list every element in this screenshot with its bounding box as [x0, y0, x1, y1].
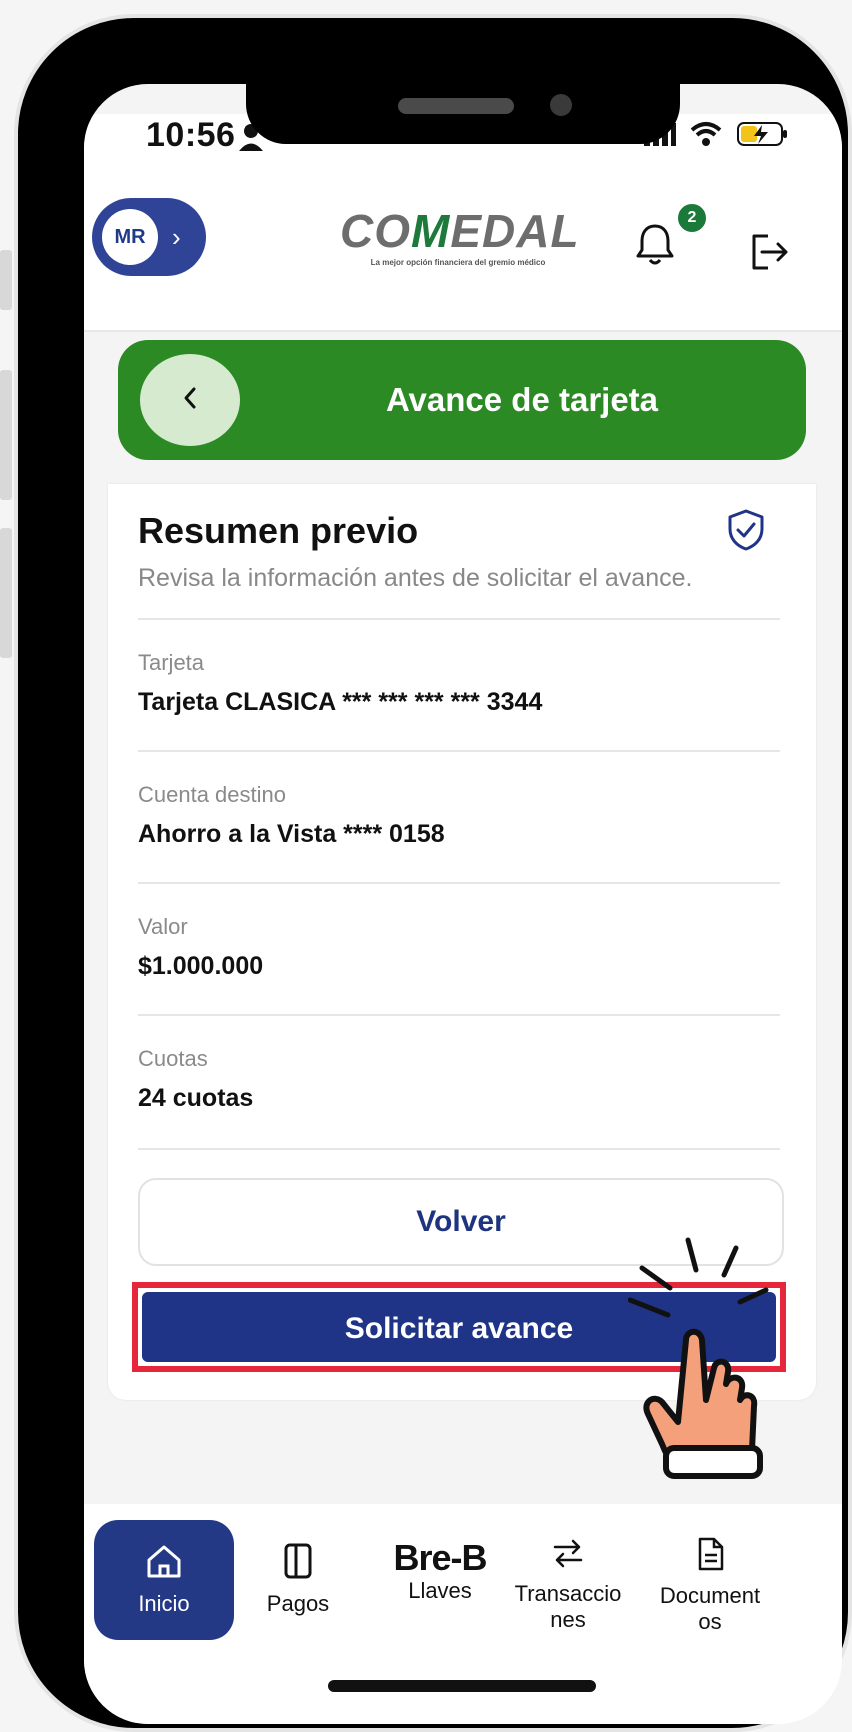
chevron-left-icon	[182, 386, 198, 415]
logo-text-m: M	[411, 205, 451, 257]
divider	[138, 750, 780, 752]
profile-button[interactable]: MR ›	[92, 198, 206, 276]
chevron-right-icon: ›	[172, 221, 181, 252]
breb-logo: Bre-B	[393, 1537, 487, 1578]
field-label-tarjeta: Tarjeta	[138, 650, 205, 675]
logo-tagline: La mejor opción financiera del gremio mé…	[370, 258, 546, 267]
nav-item-pagos[interactable]: Pagos	[228, 1520, 368, 1640]
pointing-hand-icon	[627, 1170, 778, 1485]
transfer-icon	[498, 1536, 638, 1575]
field-value-valor: $1.000.000	[138, 952, 264, 980]
page-title-bar: Avance de tarjeta	[118, 340, 806, 460]
logo-text-pre: CO	[340, 205, 411, 257]
home-icon	[94, 1542, 234, 1585]
status-time: 10:56	[146, 116, 236, 154]
divider	[138, 1148, 780, 1150]
divider	[138, 618, 780, 620]
summary-title: Resumen previo	[138, 510, 419, 551]
field-label-cuotas: Cuotas	[138, 1046, 208, 1071]
phone-volume-down	[0, 528, 12, 658]
bell-icon	[634, 222, 676, 271]
nav-item-inicio[interactable]: Inicio	[94, 1520, 234, 1640]
nav-label-llaves: Llaves	[408, 1578, 472, 1603]
comedal-logo: COMEDAL La mejor opción financiera del g…	[340, 205, 580, 267]
card-icon	[228, 1542, 368, 1585]
notification-badge: 2	[676, 202, 708, 234]
field-value-cuotas: 24 cuotas	[138, 1084, 254, 1112]
field-value-cuenta: Ahorro a la Vista **** 0158	[138, 820, 445, 848]
page-title: Avance de tarjeta	[385, 381, 659, 418]
nav-item-documentos[interactable]: Document os	[640, 1520, 780, 1640]
phone-volume-up	[0, 370, 12, 500]
nav-label-documentos: Document os	[659, 1583, 761, 1634]
nav-item-llaves[interactable]: Bre-B Llaves	[370, 1520, 510, 1640]
summary-subtitle: Revisa la información antes de solicitar…	[138, 564, 693, 592]
field-label-cuenta: Cuenta destino	[138, 782, 286, 807]
nav-label-pagos: Pagos	[266, 1591, 330, 1616]
phone-side-button	[0, 250, 12, 310]
wifi-icon	[690, 121, 722, 152]
nav-item-transacciones[interactable]: Transaccio nes	[498, 1520, 638, 1640]
back-button[interactable]	[140, 354, 240, 446]
shield-check-icon	[724, 508, 768, 557]
logout-icon[interactable]	[748, 232, 792, 277]
home-indicator	[328, 1680, 596, 1692]
camera	[550, 94, 572, 116]
avatar: MR	[102, 209, 158, 265]
notch	[246, 84, 680, 144]
field-value-tarjeta: Tarjeta CLASICA *** *** *** *** 3344	[138, 688, 543, 716]
logo-text-post: EDAL	[450, 205, 580, 257]
field-label-valor: Valor	[138, 914, 188, 939]
speaker	[398, 98, 514, 114]
divider	[138, 882, 780, 884]
divider	[138, 1014, 780, 1016]
notifications-button[interactable]: 2	[624, 198, 708, 274]
document-icon	[640, 1536, 780, 1577]
nav-label-transacciones: Transaccio nes	[514, 1581, 622, 1632]
battery-icon	[736, 120, 790, 153]
nav-label-inicio: Inicio	[138, 1591, 190, 1616]
